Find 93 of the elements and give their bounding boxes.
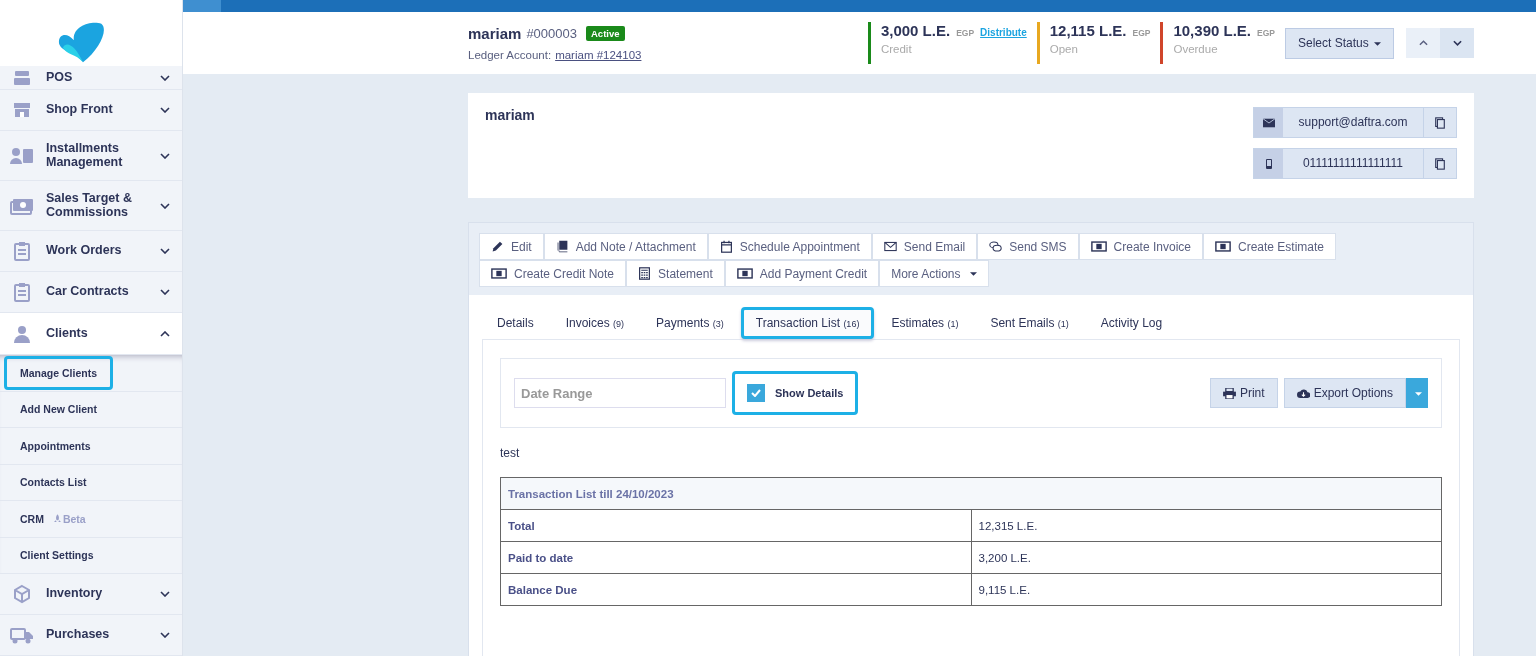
table-cell: 3,200 L.E. bbox=[971, 541, 1442, 574]
phone-field[interactable]: 01111111111111111 bbox=[1253, 148, 1457, 179]
action-button[interactable]: Add Note / Attachment bbox=[543, 233, 708, 260]
checkbox[interactable] bbox=[747, 384, 765, 402]
table-cell: Paid to date bbox=[500, 541, 971, 574]
stat-label: Credit bbox=[880, 43, 912, 55]
stat-amount: 10,390 L.E. bbox=[1173, 22, 1251, 39]
chevron-up-icon bbox=[1418, 40, 1428, 46]
banknote-icon bbox=[1215, 241, 1231, 252]
checkmark-icon bbox=[751, 389, 761, 397]
action-button[interactable]: Schedule Appointment bbox=[707, 233, 872, 260]
tab[interactable]: Details bbox=[482, 307, 549, 339]
beta-label: Beta bbox=[62, 512, 86, 525]
sidebar-subitem[interactable]: Appointments bbox=[4, 428, 107, 463]
table-cell: 12,315 L.E. bbox=[971, 509, 1442, 542]
currency-code: EGP bbox=[956, 28, 975, 38]
chevron-down-icon bbox=[1452, 40, 1462, 46]
table-title: Transaction List till 24/10/2023 bbox=[500, 477, 1442, 510]
currency-code: EGP bbox=[1257, 28, 1275, 38]
cloud-download-icon bbox=[1296, 387, 1310, 399]
chat-icon bbox=[989, 240, 1003, 253]
sidebar-item[interactable]: Work Orders bbox=[46, 244, 148, 258]
caret-icon bbox=[969, 271, 977, 276]
action-button[interactable]: Create Credit Note bbox=[479, 260, 627, 287]
banknote-icon bbox=[736, 268, 753, 279]
email-text: support@daftra.com bbox=[1297, 114, 1409, 131]
sidebar-subitem[interactable]: Contacts List bbox=[4, 465, 103, 500]
table-cell: Balance Due bbox=[500, 573, 971, 606]
calendar-icon bbox=[719, 240, 733, 253]
printer-icon bbox=[1222, 387, 1236, 399]
action-button[interactable]: Statement bbox=[626, 260, 725, 287]
copy-icon bbox=[1434, 157, 1446, 170]
next-button[interactable] bbox=[1440, 28, 1474, 58]
print-button[interactable]: Print bbox=[1209, 378, 1278, 408]
status-badge: Active bbox=[586, 26, 625, 41]
phone-text: 01111111111111111 bbox=[1301, 155, 1405, 172]
sidebar-subitem[interactable]: CRM bbox=[4, 501, 60, 536]
tab[interactable]: Sent Emails (1) bbox=[975, 307, 1084, 339]
action-button[interactable]: More Actions bbox=[879, 260, 989, 287]
stat-amount: 12,115 L.E. bbox=[1049, 22, 1127, 39]
rocket-icon bbox=[53, 514, 61, 524]
stat-label: Overdue bbox=[1173, 43, 1218, 55]
sidebar-item[interactable]: Installments Management bbox=[46, 142, 148, 169]
banknote-icon bbox=[491, 268, 507, 279]
caret-icon bbox=[1414, 392, 1422, 396]
table-cell: Total bbox=[500, 509, 971, 542]
sidebar-subitem[interactable]: Manage Clients bbox=[4, 355, 114, 390]
client-name: mariam bbox=[468, 25, 522, 42]
table-cell: 9,115 L.E. bbox=[971, 573, 1442, 606]
sidebar-item[interactable]: Shop Front bbox=[46, 103, 148, 117]
envelope-icon bbox=[883, 240, 897, 253]
currency-code: EGP bbox=[1132, 28, 1151, 38]
note-text: test bbox=[500, 446, 521, 460]
stat-label: Open bbox=[1049, 43, 1078, 55]
date-range-field[interactable]: Date Range bbox=[514, 378, 726, 408]
tab[interactable]: Payments (3) bbox=[641, 307, 739, 339]
tab[interactable]: Transaction List (16) bbox=[740, 307, 875, 339]
tab[interactable]: Invoices (9) bbox=[550, 307, 640, 339]
action-button[interactable]: Create Invoice bbox=[1078, 233, 1203, 260]
ledger-label: Ledger Account: bbox=[468, 49, 552, 61]
action-button[interactable]: Send SMS bbox=[977, 233, 1079, 260]
action-button[interactable]: Send Email bbox=[871, 233, 978, 260]
calculator-icon bbox=[638, 267, 652, 280]
client-name: mariam bbox=[485, 107, 535, 125]
top-bar-segment bbox=[183, 0, 221, 12]
action-button[interactable]: Edit bbox=[479, 233, 544, 260]
select-status-button[interactable]: Select Status bbox=[1284, 27, 1394, 59]
envelope-icon bbox=[1262, 116, 1275, 129]
pencil-icon bbox=[491, 240, 504, 253]
truck-icon bbox=[10, 625, 34, 645]
dropdown-toggle[interactable] bbox=[1406, 378, 1428, 408]
tab[interactable]: Estimates (1) bbox=[876, 307, 974, 339]
sidebar-item[interactable]: Sales Target & Commissions bbox=[46, 192, 148, 219]
show-details-label: Show Details bbox=[775, 387, 844, 399]
copy-icon bbox=[1434, 116, 1446, 129]
sidebar-item[interactable]: Inventory bbox=[46, 587, 148, 601]
banknote-icon bbox=[1090, 241, 1107, 252]
action-button[interactable]: Add Payment Credit bbox=[724, 260, 880, 287]
sidebar-item[interactable]: Purchases bbox=[46, 628, 148, 642]
action-button[interactable]: Create Estimate bbox=[1203, 233, 1337, 260]
export-options-button[interactable]: Export Options bbox=[1283, 378, 1406, 408]
stat-amount: 3,000 L.E. bbox=[880, 22, 951, 39]
ledger-link[interactable]: mariam #124103 bbox=[555, 49, 642, 61]
person-card-icon bbox=[10, 145, 34, 166]
sidebar-subitem[interactable]: Client Settings bbox=[4, 538, 110, 573]
client-number: #000003 bbox=[526, 26, 577, 41]
mobile-phone-icon bbox=[1265, 158, 1272, 169]
caret-icon bbox=[1374, 41, 1381, 46]
sidebar-item[interactable]: POS bbox=[46, 70, 148, 85]
email-field[interactable]: support@daftra.com bbox=[1253, 107, 1457, 138]
tab[interactable]: Activity Log bbox=[1085, 307, 1178, 339]
sidebar-item[interactable]: Car Contracts bbox=[46, 285, 148, 299]
sidebar-subitem[interactable]: Add New Client bbox=[4, 392, 113, 427]
